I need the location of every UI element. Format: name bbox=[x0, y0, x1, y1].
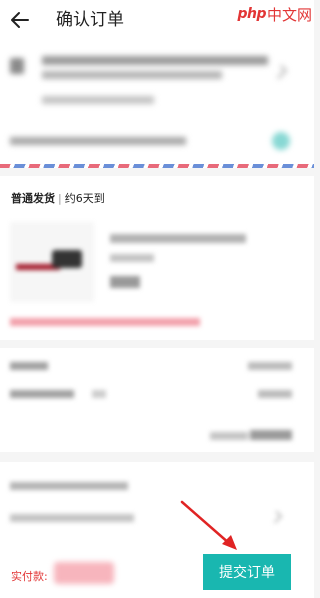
pay-label: 实付款: bbox=[11, 570, 48, 583]
top-bar: 确认订单 php 中文网 bbox=[0, 0, 314, 44]
address-envelope-stripe bbox=[0, 164, 314, 168]
site-logo: php 中文网 bbox=[237, 3, 312, 25]
shipping-card: 普通发货 | 约6天到 bbox=[0, 176, 314, 340]
logo-cn: 中文网 bbox=[266, 5, 312, 24]
shipping-separator: | bbox=[58, 192, 62, 205]
submit-order-button[interactable]: 提交订单 bbox=[203, 554, 291, 590]
order-note-card[interactable] bbox=[0, 462, 314, 542]
logo-php: php bbox=[237, 6, 266, 22]
back-arrow-icon[interactable] bbox=[8, 8, 32, 32]
pay-amount-blurred bbox=[54, 562, 114, 584]
price-summary-card bbox=[0, 348, 314, 452]
address-card[interactable] bbox=[0, 44, 314, 168]
checkout-bar: 实付款: 提交订单 bbox=[0, 542, 314, 598]
shipping-eta: 约6天到 bbox=[64, 192, 105, 205]
page-title: 确认订单 bbox=[56, 10, 124, 30]
shipping-type: 普通发货 bbox=[11, 192, 55, 205]
shipping-info: 普通发货 | 约6天到 bbox=[11, 190, 105, 206]
